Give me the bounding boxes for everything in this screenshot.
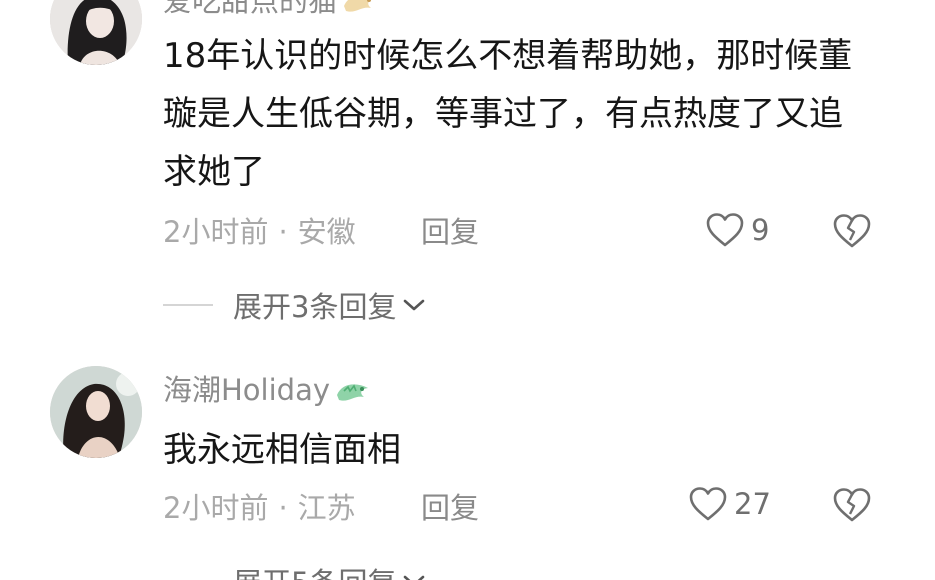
broken-heart-icon[interactable] <box>832 210 872 250</box>
comment-time: 2小时前 <box>163 491 269 525</box>
username-text: 爱吃甜点的猫 <box>163 0 338 18</box>
username[interactable]: 爱吃甜点的猫 <box>163 0 379 16</box>
comment-text: 我永远相信面相 <box>163 430 401 470</box>
comment-time: 2小时前 <box>163 215 269 249</box>
meta-separator: · <box>278 491 288 525</box>
meta-separator: · <box>278 215 288 249</box>
divider-line <box>163 304 213 306</box>
dragon-badge-icon <box>337 384 369 401</box>
comment-meta: 2小时前 · 安徽 回复 <box>163 215 479 249</box>
avatar[interactable] <box>50 0 142 65</box>
heart-outline-icon <box>706 213 744 247</box>
dragon-badge-icon <box>344 0 372 12</box>
like-count: 27 <box>734 487 771 521</box>
broken-heart-icon[interactable] <box>832 484 872 524</box>
reply-button[interactable]: 回复 <box>421 218 479 247</box>
reply-button[interactable]: 回复 <box>421 494 479 523</box>
comment-list: 爱吃甜点的猫 18年认识的时候怎么不想着帮助她，那时候董璇是人生低谷期，等事过了… <box>0 0 935 580</box>
comment-location: 江苏 <box>297 491 356 525</box>
like-button[interactable]: 27 <box>688 484 771 524</box>
comment-text: 18年认识的时候怎么不想着帮助她，那时候董璇是人生低谷期，等事过了，有点热度了又… <box>163 36 853 192</box>
chevron-down-icon <box>404 299 425 311</box>
username-text: 海潮Holiday <box>163 373 331 407</box>
avatar[interactable] <box>50 366 142 458</box>
like-button[interactable]: 9 <box>705 210 769 250</box>
username[interactable]: 海潮Holiday <box>163 376 372 405</box>
chevron-down-icon <box>404 575 425 580</box>
comment-location: 安徽 <box>297 215 356 249</box>
heart-outline-icon <box>689 487 727 521</box>
expand-replies-label: 展开5条回复 <box>233 560 396 580</box>
expand-replies-label: 展开3条回复 <box>233 290 397 324</box>
comment-meta: 2小时前 · 江苏 回复 <box>163 491 479 525</box>
like-count: 9 <box>751 213 770 247</box>
expand-replies-button[interactable]: 展开3条回复 <box>163 288 426 324</box>
expand-replies-button[interactable]: 展开5条回复 <box>163 564 426 580</box>
